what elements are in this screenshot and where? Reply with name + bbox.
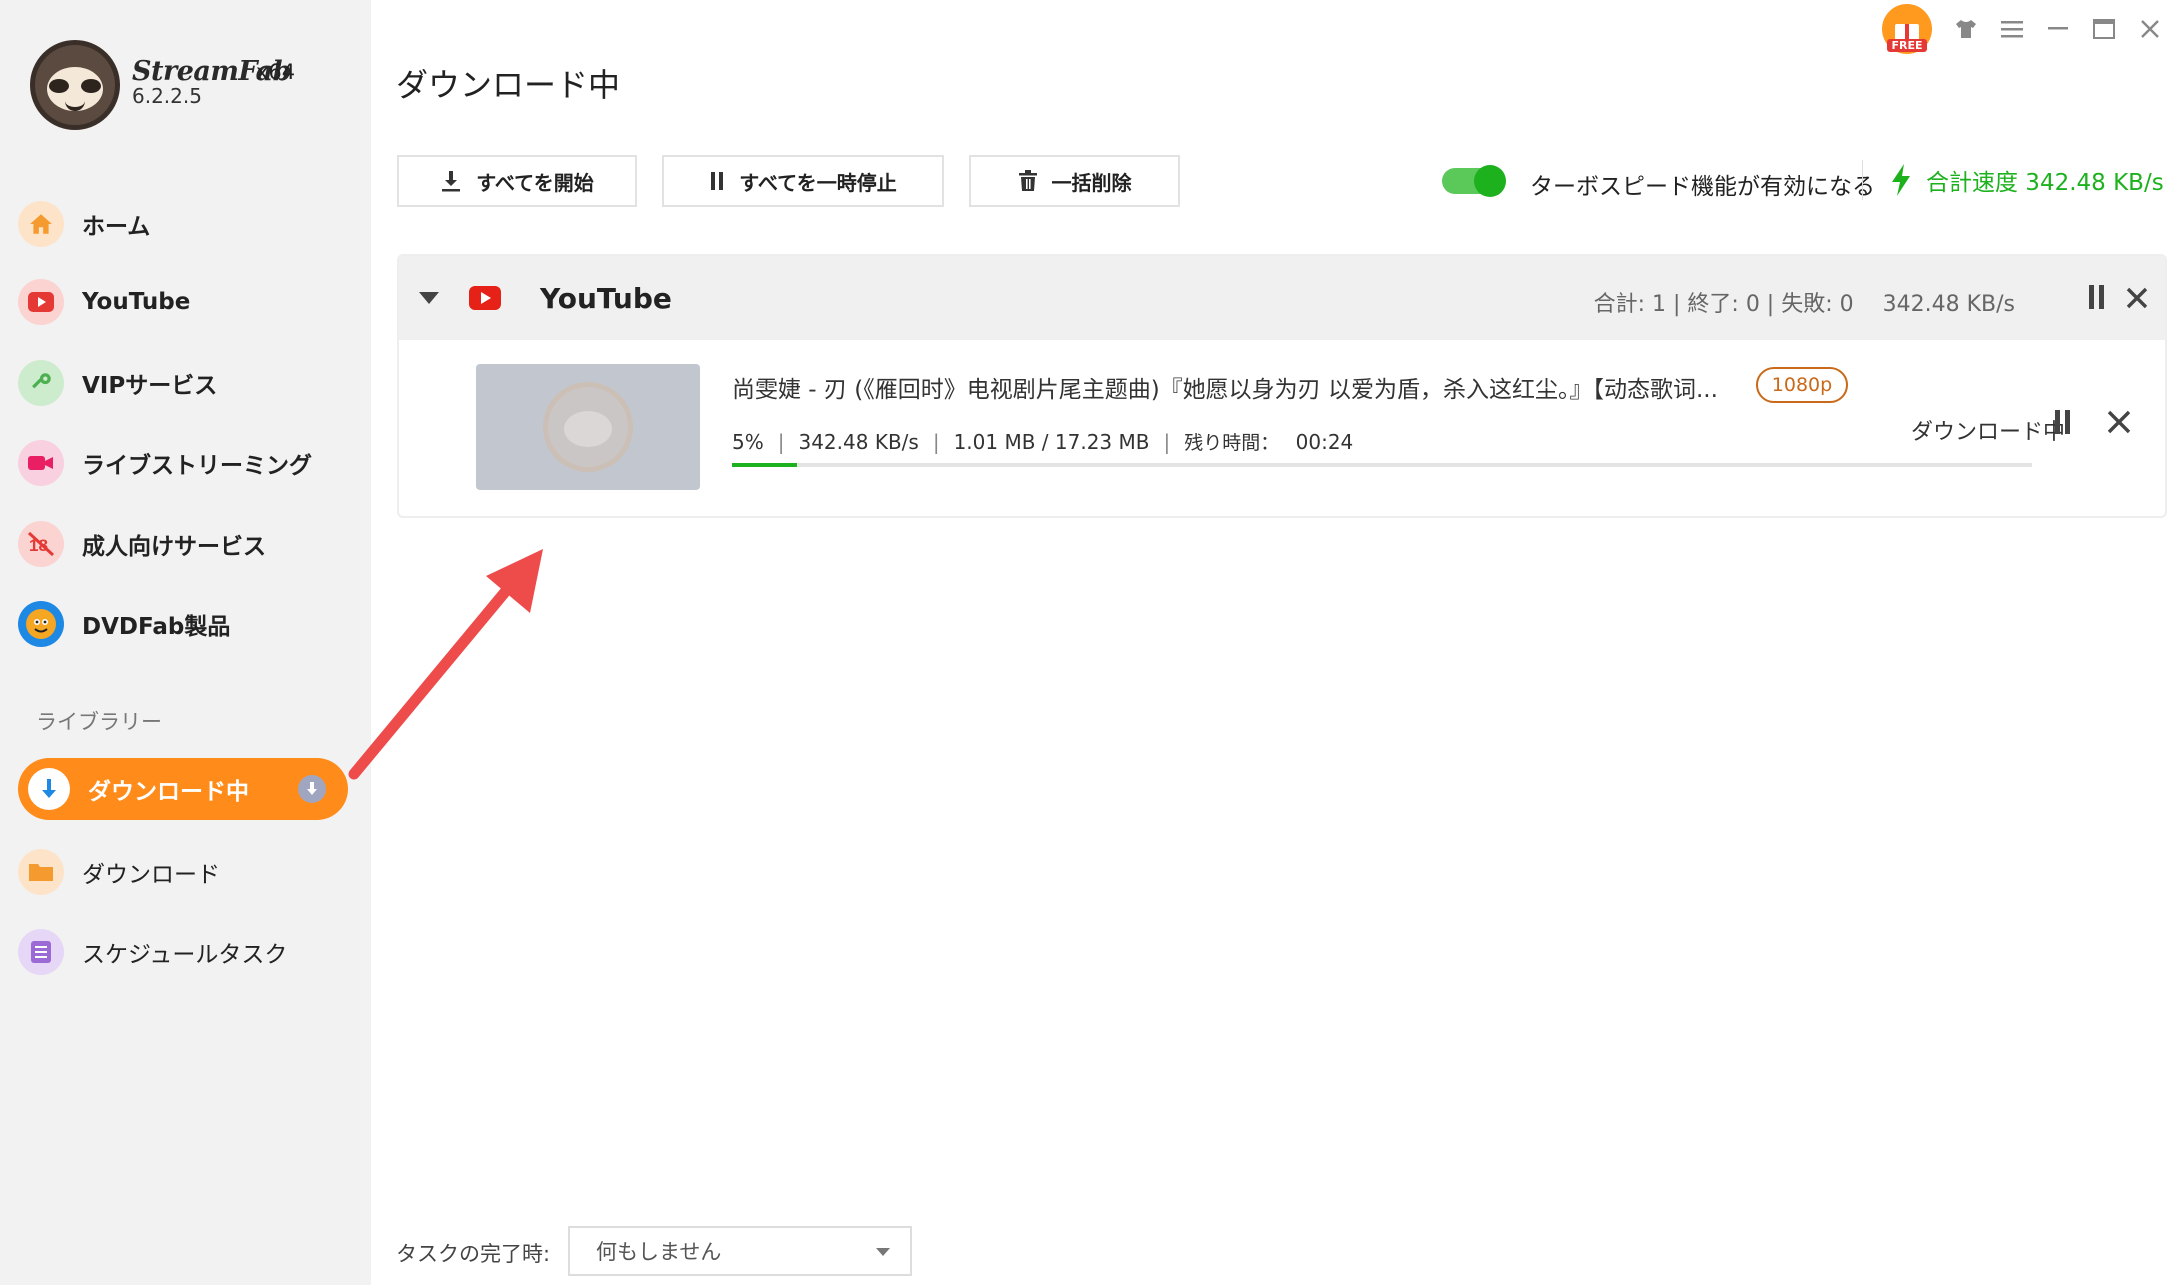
sidebar-item-label: ライブストリーミング (82, 453, 312, 479)
delete-all-button[interactable]: 一括削除 (969, 155, 1180, 207)
camera-icon (18, 440, 64, 486)
close-window-icon[interactable] (2138, 17, 2162, 41)
app-version: 6.2.2.5 (132, 84, 202, 108)
divider: | (1163, 429, 1171, 454)
quality-badge: 1080p (1756, 367, 1848, 403)
download-badge-icon (298, 775, 326, 803)
app-arch: x64 (256, 60, 296, 84)
maximize-icon[interactable] (2092, 17, 2116, 41)
menu-icon[interactable] (2000, 17, 2024, 41)
sidebar-item-dvdfab[interactable]: DVDFab製品 (18, 594, 348, 654)
chevron-down-icon (876, 1248, 890, 1256)
free-gift-icon[interactable]: FREE (1882, 4, 1932, 54)
item-title: 尚雯婕 - 刃 (《雁回时》电视剧片尾主题曲)『她愿以身为刃 以爱为盾，杀入这红… (732, 377, 1718, 403)
item-speed: 342.48 KB/s (798, 429, 919, 454)
task-completion-select[interactable]: 何もしません (568, 1226, 912, 1276)
group-stats: 合計: 1 | 終了: 0 | 失敗: 0 342.48 KB/s (1594, 286, 2015, 318)
schedule-list-icon (18, 929, 64, 975)
sidebar-item-label: YouTube (82, 289, 191, 315)
start-all-label: すべてを開始 (476, 170, 594, 195)
sidebar-item-label: ダウンロード (82, 862, 220, 888)
minimize-icon[interactable] (2046, 17, 2070, 41)
item-close-icon[interactable] (2106, 408, 2132, 444)
key-icon (18, 360, 64, 406)
sidebar-item-schedule[interactable]: スケジュールタスク (18, 922, 348, 982)
remaining-time: 残り時間： 00:24 (1184, 428, 1353, 455)
turbo-speed-label: ターボスピード機能が有効になる (1530, 174, 1875, 200)
task-completion-value: 何もしません (596, 1240, 722, 1264)
divider: | (777, 429, 785, 454)
sidebar-item-label: 成人向けサービス (82, 534, 266, 560)
total-speed-label: 合計速度 342.48 KB/s (1926, 170, 2164, 196)
folder-icon (18, 849, 64, 895)
lightning-icon (1892, 164, 1910, 196)
pause-all-label: すべてを一時停止 (739, 170, 897, 195)
sidebar-item-label: DVDFab製品 (82, 614, 231, 640)
progress-percent: 5% (732, 429, 764, 454)
page-title: ダウンロード中 (396, 66, 621, 104)
annotation-arrow (348, 549, 543, 780)
sidebar-item-label: スケジュールタスク (82, 942, 288, 968)
pause-all-button[interactable]: すべてを一時停止 (662, 155, 944, 207)
sidebar-item-downloaded[interactable]: ダウンロード (18, 842, 348, 902)
divider (1862, 160, 1863, 200)
video-thumbnail (476, 364, 700, 490)
youtube-icon (469, 286, 501, 310)
download-group: YouTube 合計: 1 | 終了: 0 | 失敗: 0 342.48 KB/… (397, 254, 2167, 518)
sidebar-item-home[interactable]: ホーム (18, 194, 348, 254)
sidebar-item-label: VIPサービス (82, 373, 218, 399)
trash-icon (1018, 170, 1037, 191)
group-close-icon[interactable] (2125, 284, 2149, 317)
start-all-button[interactable]: すべてを開始 (397, 155, 637, 207)
free-label: FREE (1887, 39, 1927, 52)
pause-icon (711, 172, 724, 190)
item-pause-icon[interactable] (2053, 408, 2073, 444)
group-title: YouTube (540, 282, 672, 315)
group-pause-icon[interactable] (2087, 284, 2107, 317)
divider: | (932, 429, 940, 454)
item-size: 1.01 MB / 17.23 MB (953, 429, 1150, 454)
sidebar-item-youtube[interactable]: YouTube (18, 272, 348, 332)
download-arrow-icon (28, 768, 70, 810)
eighteen-plus-icon: 18 (18, 521, 64, 567)
group-counts: 合計: 1 | 終了: 0 | 失敗: 0 (1593, 292, 1854, 317)
sidebar-item-vip[interactable]: VIPサービス (18, 353, 348, 413)
svg-text:18: 18 (29, 536, 48, 555)
streamfab-logo-icon (30, 40, 120, 130)
task-completion-label: タスクの完了時: (396, 1242, 551, 1266)
group-speed: 342.48 KB/s (1882, 292, 2015, 317)
sidebar: StreamFab x64 6.2.2.5 ホーム YouTube VIPサービ… (0, 0, 371, 1285)
turbo-speed-toggle[interactable] (1442, 165, 1506, 197)
library-section-title: ライブラリー (36, 710, 162, 734)
total-speed: 合計速度 342.48 KB/s (1890, 163, 2164, 197)
sidebar-item-label: ホーム (82, 214, 151, 240)
item-status: ダウンロード中 (1911, 420, 2066, 445)
collapse-caret-icon[interactable] (419, 292, 439, 304)
remaining-value: 00:24 (1295, 430, 1354, 454)
group-header: YouTube 合計: 1 | 終了: 0 | 失敗: 0 342.48 KB/… (399, 256, 2165, 340)
delete-all-label: 一括削除 (1051, 170, 1132, 195)
youtube-icon (18, 279, 64, 325)
remaining-label: 残り時間： (1184, 432, 1280, 454)
progress-bar (732, 463, 2032, 467)
progress-fill (732, 463, 797, 467)
skin-shirt-icon[interactable] (1954, 17, 1978, 41)
home-icon (18, 201, 64, 247)
dvdfab-icon (18, 601, 64, 647)
sidebar-item-adult[interactable]: 18 成人向けサービス (18, 514, 348, 574)
sidebar-item-live-streaming[interactable]: ライブストリーミング (18, 433, 348, 493)
sidebar-item-label: ダウンロード中 (88, 779, 249, 805)
window-controls: FREE (1882, 4, 2162, 54)
progress-info: 5% | 342.48 KB/s | 1.01 MB / 17.23 MB | … (732, 428, 1353, 455)
sidebar-item-downloading[interactable]: ダウンロード中 (18, 758, 348, 820)
placeholder-sloth-icon (543, 382, 633, 472)
download-icon (442, 171, 461, 192)
